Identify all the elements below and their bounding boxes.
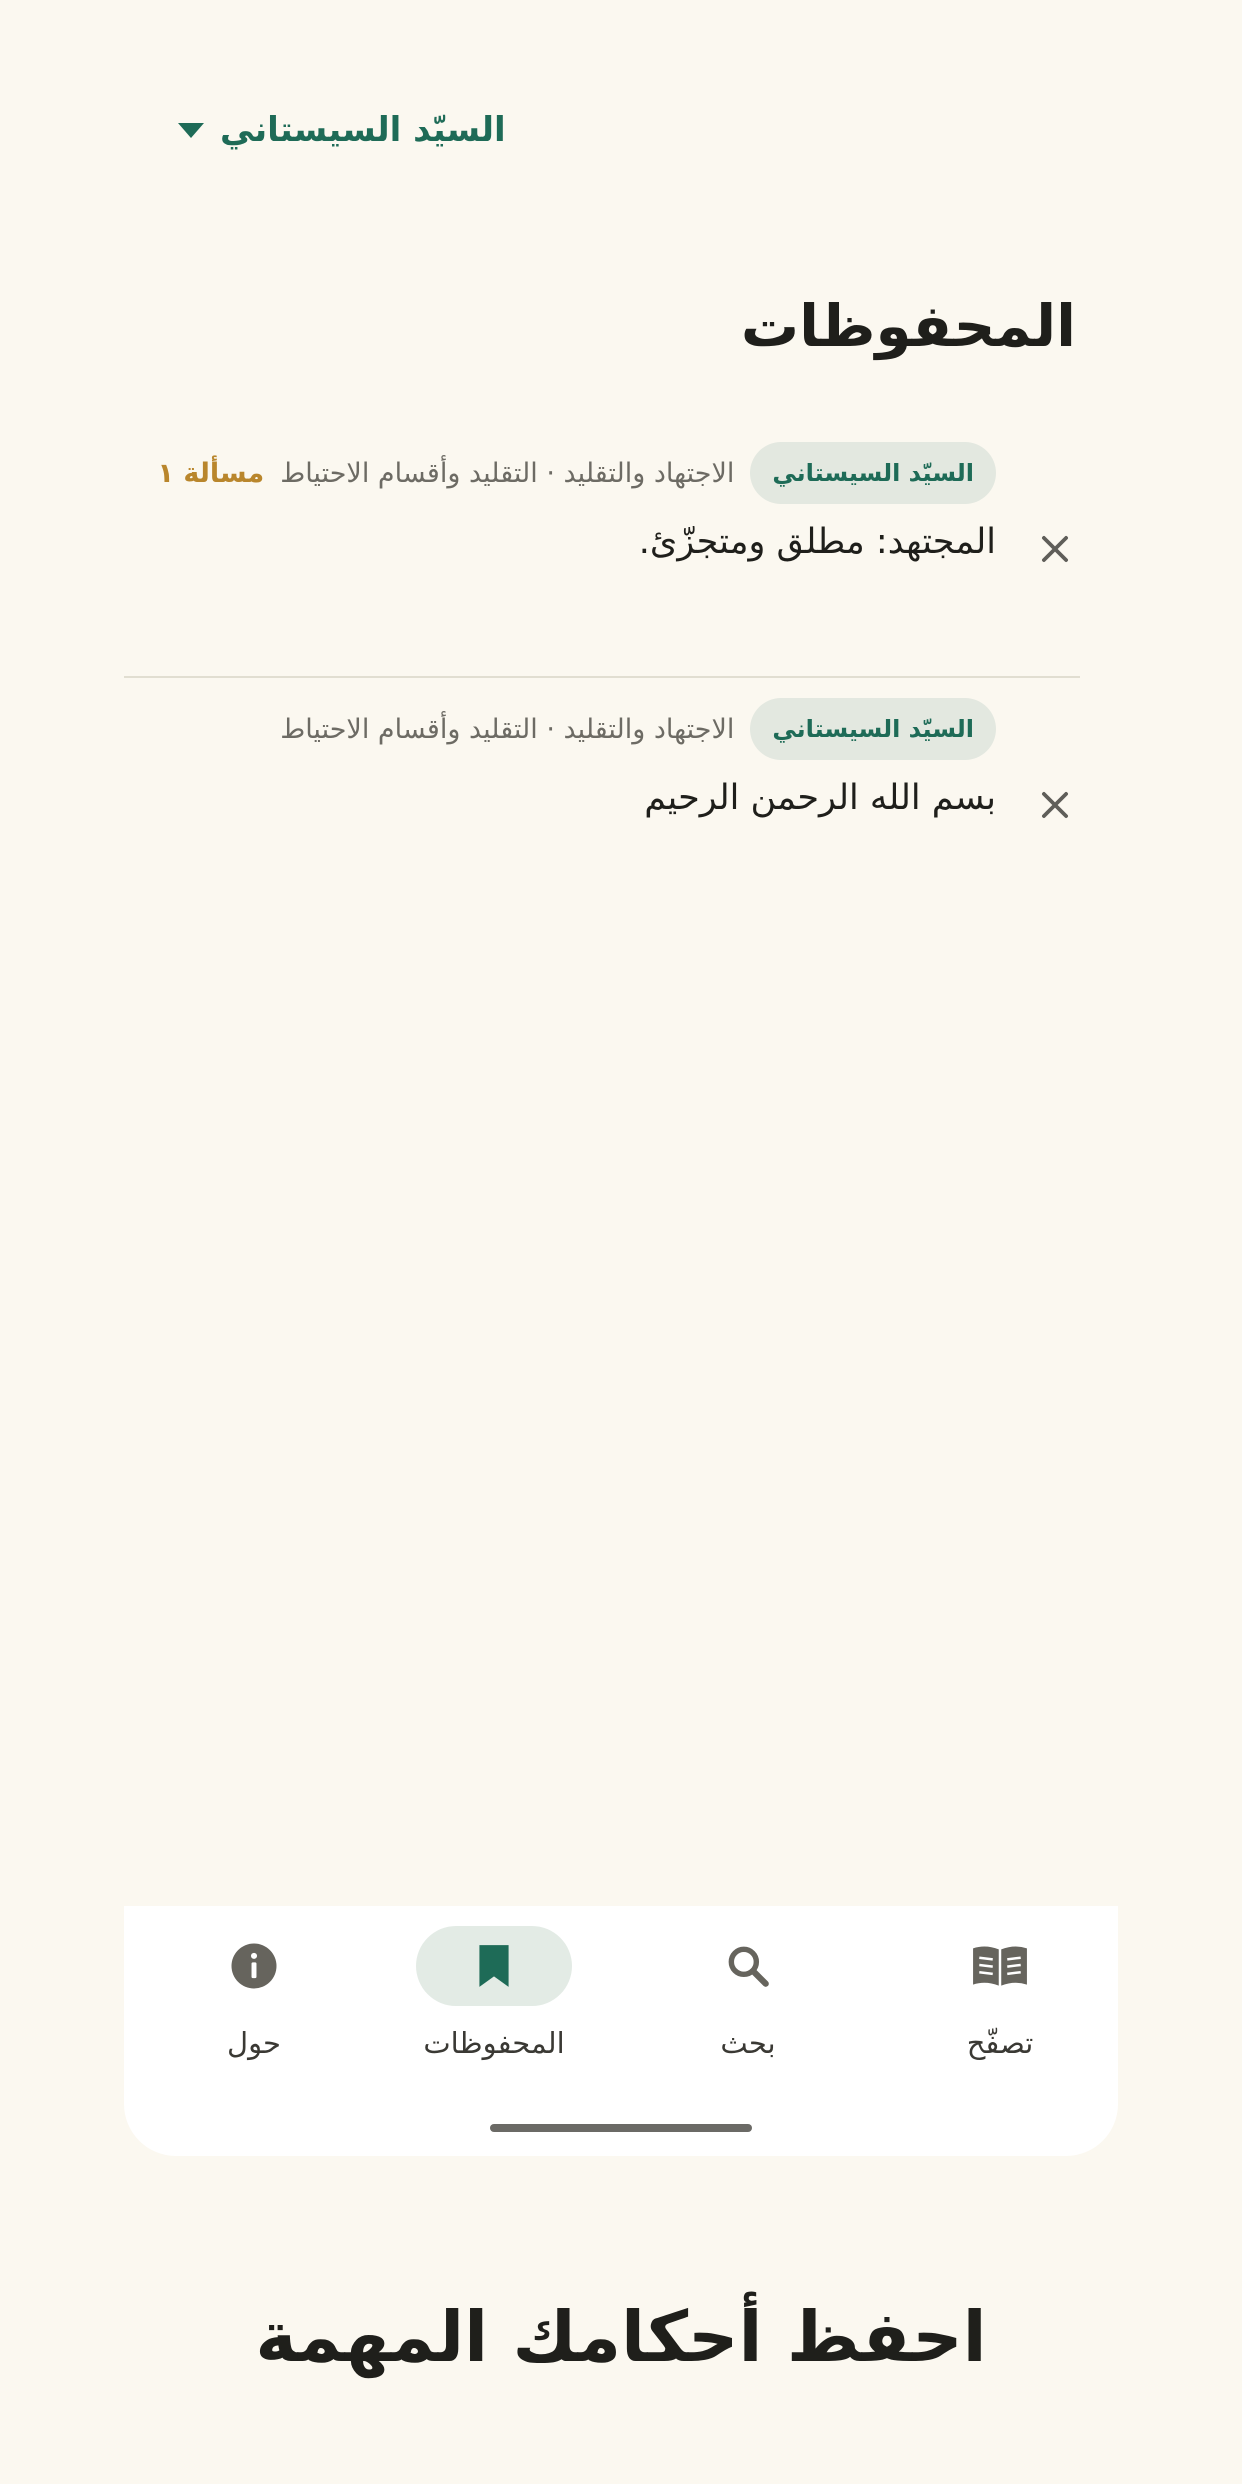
nav-item-browse[interactable]: تصفّح	[890, 1926, 1110, 2060]
page-title: المحفوظات	[740, 292, 1076, 360]
saved-item-breadcrumb: الاجتهاد والتقليد · التقليد وأقسام الاحت…	[280, 457, 735, 489]
chevron-down-icon	[178, 122, 204, 138]
saved-item-text: المجتهد: مطلق ومتجزّئ.	[638, 522, 996, 562]
source-chip: السيّد السيستاني	[750, 442, 996, 504]
close-icon	[1042, 792, 1068, 818]
remove-saved-button[interactable]	[1030, 780, 1080, 830]
saved-item-meta: السيّد السيستاني الاجتهاد والتقليد · الت…	[157, 442, 996, 504]
home-indicator[interactable]	[490, 2124, 752, 2132]
close-icon	[1042, 536, 1068, 562]
nav-item-label: بحث	[720, 2026, 776, 2060]
bottom-navigation: حول المحفوظات بحث تصفّح	[124, 1906, 1118, 2156]
issue-number-label: مسألة ١	[157, 457, 265, 489]
nav-item-label: المحفوظات	[423, 2026, 565, 2060]
nav-item-search[interactable]: بحث	[638, 1926, 858, 2060]
nav-item-label: تصفّح	[966, 2026, 1034, 2060]
nav-item-saved[interactable]: المحفوظات	[384, 1926, 604, 2060]
remove-saved-button[interactable]	[1030, 524, 1080, 574]
marja-selector-dropdown[interactable]: السيّد السيستاني	[178, 102, 506, 158]
marja-selector-label: السيّد السيستاني	[220, 110, 506, 150]
saved-item-meta: السيّد السيستاني الاجتهاد والتقليد · الت…	[280, 698, 996, 760]
book-icon	[973, 1946, 1027, 1986]
saved-item-text: بسم الله الرحمن الرحيم	[644, 778, 996, 818]
saved-screen: السيّد السيستاني المحفوظات السيّد السيست…	[0, 0, 1242, 2484]
promo-caption: احفظ أحكامك المهمة	[255, 2296, 987, 2378]
nav-item-about[interactable]: حول	[144, 1926, 364, 2060]
info-icon	[231, 1943, 277, 1989]
saved-item-breadcrumb: الاجتهاد والتقليد · التقليد وأقسام الاحت…	[280, 713, 735, 745]
bookmark-icon	[479, 1945, 509, 1987]
divider	[124, 676, 1080, 678]
nav-item-label: حول	[227, 2026, 281, 2060]
search-icon	[728, 1946, 769, 1987]
source-chip: السيّد السيستاني	[750, 698, 996, 760]
